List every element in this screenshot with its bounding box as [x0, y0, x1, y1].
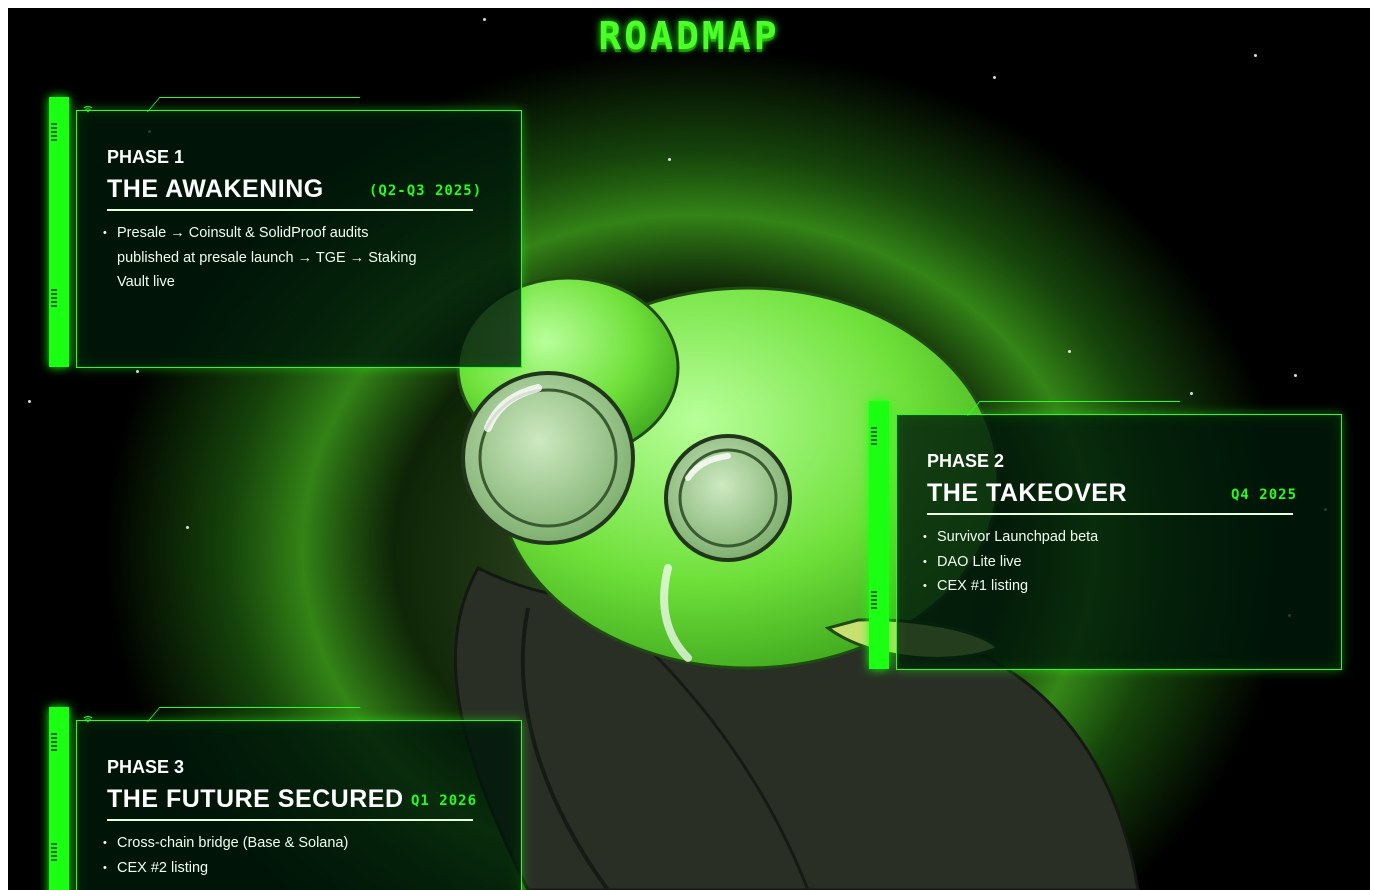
- card-accent-bar: [49, 707, 69, 890]
- phase-date: Q1 2026: [411, 793, 478, 809]
- list-item: Survivor Launchpad beta: [923, 525, 1098, 550]
- phase-items: Cross-chain bridge (Base & Solana) CEX #…: [103, 831, 348, 881]
- card-accent-bar: [49, 97, 69, 367]
- phase-label: PHASE 3: [107, 757, 185, 777]
- phase-date: (Q2-Q3 2025): [369, 183, 483, 199]
- phase-card-1: PHASE 1 THE AWAKENING (Q2-Q3 2025) Presa…: [49, 97, 522, 368]
- list-item: DAO Lite live: [923, 550, 1098, 575]
- phase-items: Survivor Launchpad beta DAO Lite live CE…: [923, 525, 1098, 599]
- phase-label: PHASE 2: [927, 451, 1005, 471]
- wifi-icon: [83, 715, 93, 726]
- phase-items: Presale → Coinsult & SolidProof audits p…: [103, 221, 417, 295]
- roadmap-section: ROADMAP PHASE 1 THE AWAKENING (Q2-Q3 202…: [8, 8, 1370, 890]
- phase-name: THE AWAKENING: [107, 175, 324, 203]
- phase-date: Q4 2025: [1231, 487, 1298, 503]
- divider: [107, 209, 473, 211]
- wifi-icon: [83, 105, 93, 116]
- phase-card-2: PHASE 2 THE TAKEOVER Q4 2025 Survivor La…: [869, 401, 1342, 670]
- list-item: Cross-chain bridge (Base & Solana): [103, 831, 348, 856]
- list-item: CEX #2 listing: [103, 856, 348, 881]
- list-item-continued: Vault live: [117, 274, 175, 290]
- divider: [927, 513, 1293, 515]
- phase-card-3: PHASE 3 THE FUTURE SECURED Q1 2026 Cross…: [49, 707, 522, 890]
- list-item-continued: published at presale launch → TGE → Stak…: [117, 249, 417, 266]
- phase-label: PHASE 1: [107, 147, 185, 167]
- phase-name: THE TAKEOVER: [927, 479, 1127, 507]
- phase-name: THE FUTURE SECURED: [107, 785, 404, 813]
- list-item: CEX #1 listing: [923, 574, 1098, 599]
- card-tab: [147, 707, 361, 722]
- list-item: Presale → Coinsult & SolidProof audits: [103, 221, 417, 246]
- card-accent-bar: [869, 401, 889, 669]
- card-tab: [967, 401, 1181, 416]
- divider: [107, 819, 473, 821]
- card-tab: [147, 97, 361, 112]
- page-title: ROADMAP: [598, 14, 780, 58]
